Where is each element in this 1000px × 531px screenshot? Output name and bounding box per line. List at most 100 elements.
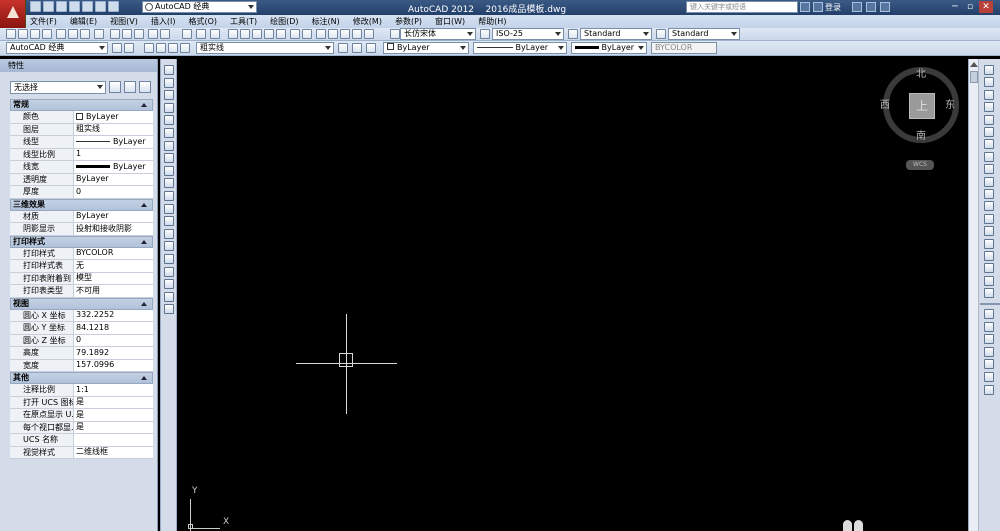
- property-row[interactable]: 图层 粗实线: [10, 123, 153, 136]
- property-value[interactable]: 粗实线: [74, 124, 153, 136]
- property-row[interactable]: 圆心 Y 坐标 84.1218: [10, 322, 153, 335]
- property-value[interactable]: 1: [74, 149, 153, 161]
- property-value[interactable]: 是: [74, 409, 153, 421]
- modify-tool-icon[interactable]: [984, 226, 994, 237]
- modify-tool-icon[interactable]: [984, 189, 994, 199]
- menu-item[interactable]: 格式(O): [188, 15, 217, 28]
- application-menu-button[interactable]: [0, 0, 26, 28]
- draw-tool-icon[interactable]: [164, 266, 174, 277]
- viewcube-east[interactable]: 东: [945, 96, 955, 111]
- property-row[interactable]: 打印样式表无: [10, 260, 153, 273]
- draw-tool-icon[interactable]: [164, 165, 174, 176]
- property-row[interactable]: 圆心 X 坐标 332.2252: [10, 309, 153, 322]
- toolbar-icon[interactable]: [122, 29, 132, 39]
- workspace-switcher[interactable]: AutoCAD 经典: [142, 1, 257, 13]
- property-section-header[interactable]: 打印样式: [10, 235, 153, 248]
- menu-item[interactable]: 修改(M): [353, 15, 382, 28]
- property-row[interactable]: 透明度 ByLayer: [10, 173, 153, 186]
- cart-icon[interactable]: [866, 2, 876, 12]
- property-value[interactable]: ByLayer: [74, 174, 153, 186]
- draw-tool-icon[interactable]: [164, 191, 174, 201]
- draw-tool-icon[interactable]: [164, 279, 174, 290]
- property-row[interactable]: 线型比例 1: [10, 148, 153, 161]
- toolbar-icon[interactable]: [340, 29, 350, 39]
- draw-order-icon[interactable]: [984, 346, 994, 357]
- draw-order-icon[interactable]: [984, 372, 994, 382]
- scroll-thumb[interactable]: [970, 71, 978, 83]
- save-icon[interactable]: [56, 1, 67, 12]
- property-row[interactable]: 宽度 157.0996: [10, 359, 153, 372]
- toolbar-icon[interactable]: [182, 29, 192, 39]
- draw-tool-icon[interactable]: [164, 102, 174, 113]
- draw-tool-icon[interactable]: [164, 178, 174, 189]
- modify-tool-icon[interactable]: [984, 77, 994, 88]
- draw-tool-icon[interactable]: [164, 65, 174, 75]
- toolbar-icon[interactable]: [302, 29, 312, 39]
- toolbar-icon[interactable]: [30, 29, 40, 39]
- draw-tool-icon[interactable]: [164, 115, 174, 126]
- property-value[interactable]: 模型: [74, 273, 153, 285]
- selection-combo[interactable]: 无选择: [10, 81, 106, 94]
- minimize-button[interactable]: ─: [948, 1, 962, 13]
- vertical-scrollbar[interactable]: [969, 59, 979, 531]
- linetype-combo[interactable]: ByLayer: [473, 42, 567, 54]
- property-value[interactable]: 0: [74, 335, 153, 347]
- toolbar-icon[interactable]: [148, 29, 158, 39]
- search-input[interactable]: 键入关键字或短语: [686, 1, 798, 13]
- layer-tool-icon[interactable]: [352, 43, 362, 53]
- workspace-combo[interactable]: AutoCAD 经典: [6, 42, 108, 54]
- modify-tool-icon[interactable]: [984, 263, 994, 274]
- toolbar-icon[interactable]: [352, 29, 362, 39]
- modify-tool-icon[interactable]: [984, 176, 994, 187]
- property-value[interactable]: ByLayer: [74, 211, 153, 223]
- open-file-icon[interactable]: [43, 1, 54, 12]
- property-section-header[interactable]: 其他: [10, 372, 153, 384]
- property-value[interactable]: 二维线框: [74, 447, 153, 459]
- help-icon[interactable]: [880, 2, 890, 12]
- property-row[interactable]: UCS 名称: [10, 434, 153, 447]
- toolbar-icon[interactable]: [252, 29, 262, 39]
- save-as-icon[interactable]: [69, 1, 80, 12]
- collapse-icon[interactable]: [141, 239, 147, 244]
- collapse-icon[interactable]: [141, 376, 147, 380]
- login-link[interactable]: 登录: [825, 2, 841, 13]
- layer-tool-icon[interactable]: [112, 43, 122, 53]
- text-style-combo[interactable]: 长仿宋体: [400, 28, 476, 40]
- draw-tool-icon[interactable]: [164, 128, 174, 138]
- modify-tool-icon[interactable]: [984, 213, 994, 224]
- modify-tool-icon[interactable]: [984, 201, 994, 212]
- property-value[interactable]: BYCOLOR: [74, 248, 153, 260]
- toolbar-icon[interactable]: [80, 29, 90, 39]
- toolbar-icon[interactable]: [42, 29, 52, 39]
- menu-item[interactable]: 编辑(E): [70, 15, 97, 28]
- toolbar-icon[interactable]: [390, 29, 400, 39]
- property-value[interactable]: 1:1: [74, 384, 153, 396]
- style-manager-icon[interactable]: [480, 29, 490, 39]
- layer-tool-icon[interactable]: [144, 43, 154, 53]
- property-value[interactable]: 332.2252: [74, 310, 153, 322]
- style-manager-icon[interactable]: [656, 29, 666, 39]
- property-value[interactable]: 是: [74, 397, 153, 409]
- restore-button[interactable]: ▫: [963, 1, 977, 13]
- wcs-menu[interactable]: WCS: [906, 160, 934, 170]
- menu-item[interactable]: 帮助(H): [478, 15, 506, 28]
- layer-tool-icon[interactable]: [124, 43, 134, 53]
- mleader-style-combo[interactable]: Standard: [668, 28, 740, 40]
- toolbar-icon[interactable]: [210, 29, 220, 39]
- property-row[interactable]: 每个视口都显... 是: [10, 421, 153, 434]
- viewcube-top-face[interactable]: 上: [909, 93, 935, 119]
- property-row[interactable]: 注释比例 1:1: [10, 384, 153, 397]
- modify-tool-icon[interactable]: [984, 288, 994, 299]
- modify-tool-icon[interactable]: [984, 89, 994, 100]
- plot-icon[interactable]: [82, 1, 93, 12]
- toolbar-icon[interactable]: [196, 29, 206, 39]
- property-value[interactable]: 157.0996: [74, 360, 153, 372]
- property-section-header[interactable]: 常规: [10, 99, 153, 111]
- user-icon[interactable]: [813, 2, 823, 12]
- layer-tool-icon[interactable]: [168, 43, 178, 53]
- style-manager-icon[interactable]: [568, 29, 578, 39]
- viewcube-north[interactable]: 北: [916, 65, 926, 80]
- property-row[interactable]: 打印样式 BYCOLOR: [10, 247, 153, 260]
- property-value[interactable]: 79.1892: [74, 347, 153, 359]
- draw-tool-icon[interactable]: [164, 228, 174, 239]
